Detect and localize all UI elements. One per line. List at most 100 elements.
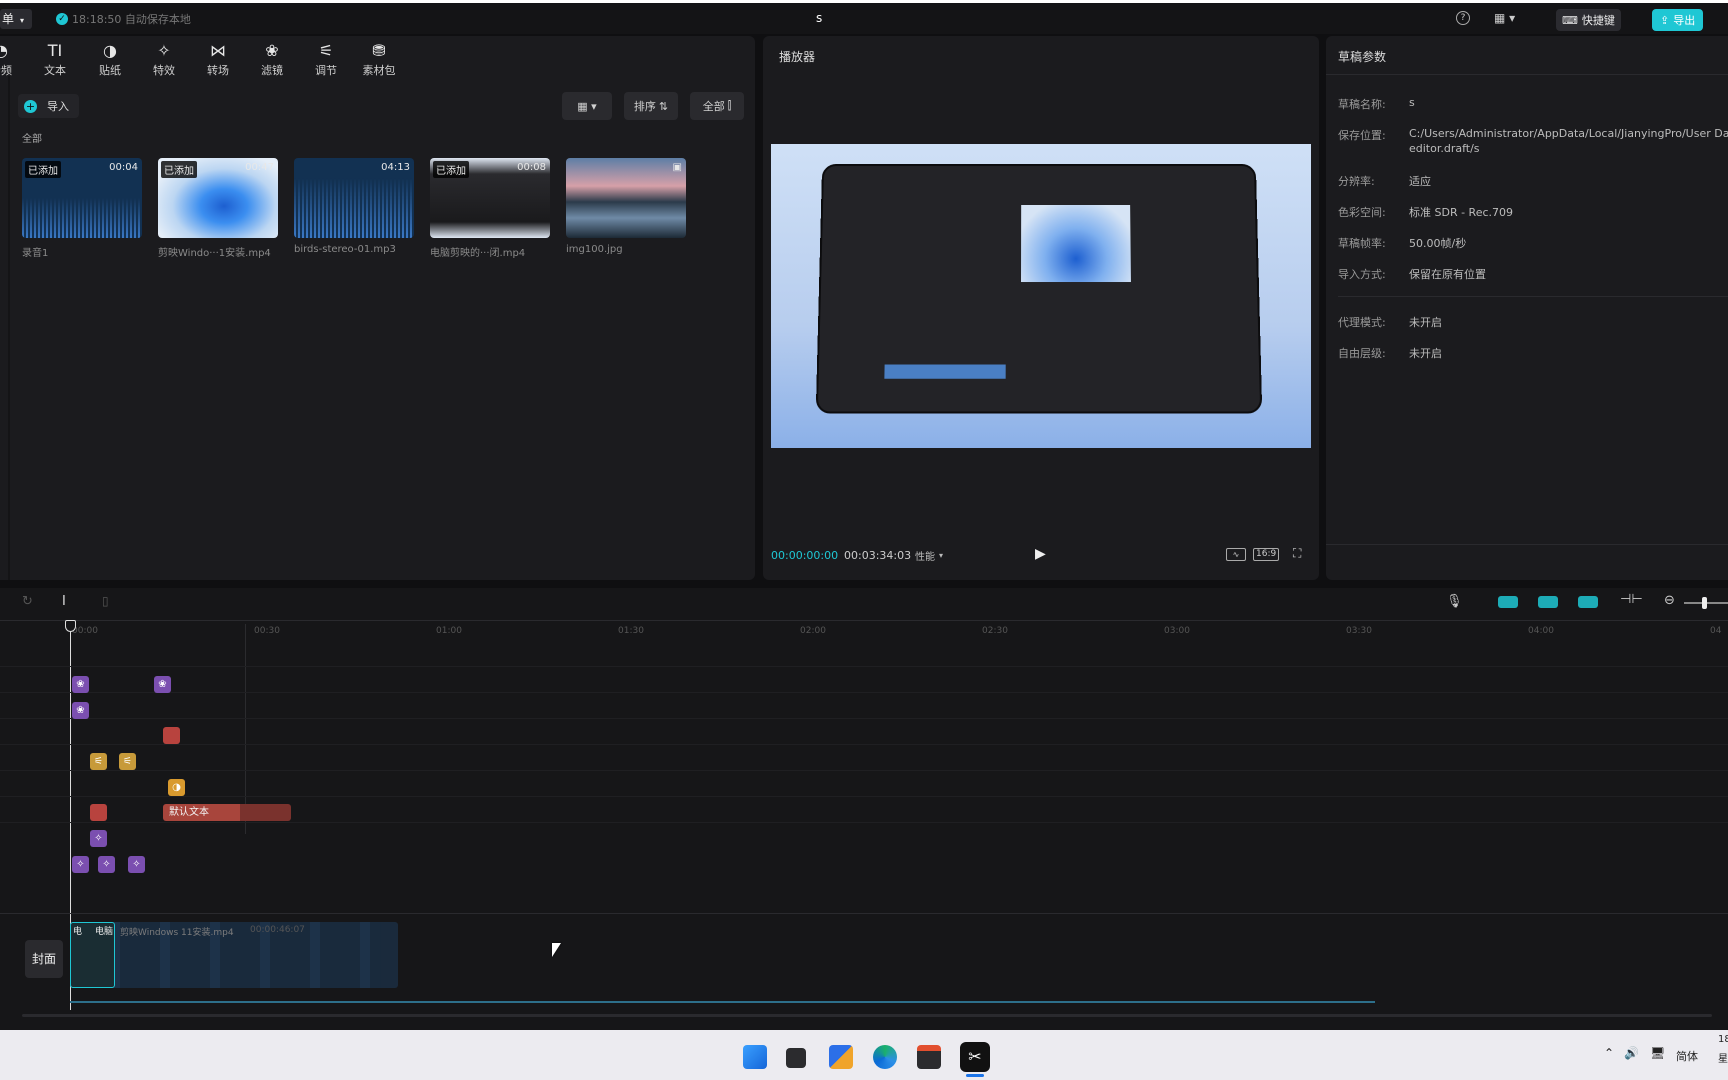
media-item[interactable]: 已添加 00:47 剪映Windo···1安装.mp4: [158, 158, 278, 259]
auto-snap-icon[interactable]: [1538, 596, 1558, 608]
adjust-clip[interactable]: ⚟: [90, 753, 107, 770]
filter-label: 全部: [702, 100, 725, 113]
effect-clip[interactable]: ✧: [98, 856, 115, 873]
toolbar-package[interactable]: ⛃ 素材包: [354, 40, 404, 78]
main-track-magnet-icon[interactable]: [1498, 596, 1518, 608]
cover-button[interactable]: 封面: [25, 940, 63, 978]
play-button[interactable]: ▶: [1035, 546, 1046, 562]
aspect-ratio-button[interactable]: 16:9: [1253, 548, 1280, 561]
media-item[interactable]: 已添加 00:04 录音1: [22, 158, 142, 259]
export-button[interactable]: ⇪ 导出: [1652, 9, 1704, 31]
playhead-handle[interactable]: [65, 620, 76, 632]
filter-clip[interactable]: ❀: [72, 702, 89, 719]
media-item[interactable]: ▣ img100.jpg: [566, 158, 686, 255]
waveform-toggle-icon[interactable]: ∿: [1226, 548, 1246, 561]
params-header-divider: [1326, 74, 1728, 75]
shortcut-button[interactable]: ⌨ 快捷键: [1556, 9, 1621, 31]
ruler-tick: 02:30: [982, 626, 1008, 636]
param-row: 分辨率: 适应: [1338, 173, 1431, 189]
link-icon[interactable]: [1578, 596, 1598, 608]
preview-canvas[interactable]: [771, 144, 1311, 448]
sticker-clip[interactable]: [163, 727, 180, 744]
task-view-icon[interactable]: [786, 1048, 806, 1068]
volume-icon[interactable]: 🔊: [1624, 1046, 1639, 1060]
ruler-tick: 00:30: [254, 626, 280, 636]
preview-mini-player: [1021, 204, 1131, 283]
sort-label: 排序: [633, 100, 656, 113]
params-divider: [1338, 296, 1728, 297]
redo-icon[interactable]: ↻: [22, 594, 33, 609]
player-title: 播放器: [779, 50, 816, 64]
toolbar-sticker[interactable]: ◑ 贴纸: [85, 40, 135, 78]
media-item[interactable]: 已添加 00:08 电脑剪映的···闭.mp4: [430, 158, 550, 259]
track-divider: [0, 666, 1728, 667]
param-label: 色彩空间:: [1338, 206, 1386, 219]
mini-clip-label: 电脑: [95, 927, 114, 937]
media-thumbnail: 已添加 00:47: [158, 158, 278, 238]
toolbar-audio[interactable]: ◔ 音频: [0, 40, 26, 78]
param-value: 适应: [1409, 175, 1431, 188]
toolbar-filter[interactable]: ❀ 滤镜: [247, 40, 297, 78]
effect-clip[interactable]: ✧: [90, 830, 107, 847]
text-clip[interactable]: 默认文本: [163, 804, 291, 821]
clock-time[interactable]: 18: [1718, 1034, 1728, 1045]
edge-icon[interactable]: [873, 1045, 897, 1069]
widgets-icon[interactable]: [829, 1045, 853, 1069]
toolbar-label: 贴纸: [99, 64, 121, 77]
windows-start-icon[interactable]: [743, 1045, 767, 1069]
param-value: 50.00帧/秒: [1409, 237, 1467, 250]
filter-clip[interactable]: ❀: [154, 676, 171, 693]
small-video-clip[interactable]: 电 电脑: [70, 922, 115, 988]
filter-all-button[interactable]: 全部 ⫿: [690, 92, 744, 120]
toolbar-adjust[interactable]: ⚟ 调节: [301, 40, 351, 78]
clock-date[interactable]: 星: [1718, 1050, 1728, 1065]
check-circle-icon: ✓: [56, 13, 68, 25]
param-label: 导入方式:: [1338, 268, 1386, 281]
shortcut-label: 快捷键: [1581, 14, 1615, 27]
capcut-taskbar-icon[interactable]: ✂: [960, 1042, 990, 1072]
effect-clip[interactable]: ✧: [72, 856, 89, 873]
media-name: 录音1: [22, 248, 49, 259]
split-icon[interactable]: I: [62, 594, 66, 609]
autosave-text: 18:18:50 自动保存本地: [72, 13, 191, 26]
performance-dropdown[interactable]: 性能 ▾: [915, 548, 943, 563]
toolbar-effect[interactable]: ✧ 特效: [139, 40, 189, 78]
filter-clip[interactable]: ❀: [72, 676, 89, 693]
horizontal-scrollbar[interactable]: [22, 1014, 1712, 1017]
zoom-out-icon[interactable]: ⊖: [1664, 593, 1675, 608]
sort-button[interactable]: 排序 ⇅: [624, 92, 678, 120]
help-icon[interactable]: ?: [1456, 11, 1470, 25]
param-value: s: [1409, 96, 1415, 109]
preview-axis-icon[interactable]: ⊣⊢: [1620, 592, 1643, 607]
fullscreen-icon[interactable]: ⛶: [1293, 546, 1301, 561]
sticker-clip[interactable]: ◑: [168, 779, 185, 796]
toolbar-text[interactable]: TI 文本: [30, 40, 80, 78]
media-item[interactable]: 04:13 birds-stereo-01.mp3: [294, 158, 414, 255]
network-icon[interactable]: 🖥: [1650, 1046, 1665, 1060]
import-button[interactable]: + 导入: [18, 94, 79, 118]
zoom-slider-thumb[interactable]: [1702, 597, 1707, 609]
audio-track-bar[interactable]: [70, 1001, 1375, 1003]
main-video-clip[interactable]: 剪映Windows 11安装.mp4 00:00:46:07: [70, 922, 398, 988]
grid-view-icon: ▦ ▾: [577, 99, 597, 113]
store-icon[interactable]: [917, 1045, 941, 1069]
param-value: 保留在原有位置: [1409, 268, 1486, 281]
view-mode-button[interactable]: ▦ ▾: [562, 92, 612, 120]
toolbar-transition[interactable]: ⋈ 转场: [193, 40, 243, 78]
microphone-icon[interactable]: 🎙: [1446, 594, 1463, 609]
ime-indicator[interactable]: 简体: [1676, 1048, 1698, 1064]
image-icon: ▣: [672, 162, 682, 173]
title-bar: 单 ▾ ✓ 18:18:50 自动保存本地 s ? ▦ ▾ ⌨ 快捷键 ⇪ 导出: [0, 0, 1728, 34]
layout-icon[interactable]: ▦ ▾: [1494, 11, 1515, 25]
zoom-slider[interactable]: [1684, 597, 1728, 609]
tray-chevron-icon[interactable]: ⌃: [1604, 1046, 1614, 1060]
active-app-indicator: [966, 1074, 984, 1077]
effect-clip[interactable]: ✧: [128, 856, 145, 873]
adjust-clip[interactable]: ⚟: [119, 753, 136, 770]
media-thumbnail: 已添加 00:04: [22, 158, 142, 238]
param-label: 代理模式:: [1338, 316, 1386, 329]
menu-button[interactable]: 单 ▾: [0, 9, 32, 29]
delete-icon[interactable]: ▯: [102, 594, 109, 608]
sticker-clip[interactable]: [90, 804, 107, 821]
time-ruler[interactable]: 00:00 00:30 01:00 01:30 02:00 02:30 03:0…: [70, 622, 1728, 638]
